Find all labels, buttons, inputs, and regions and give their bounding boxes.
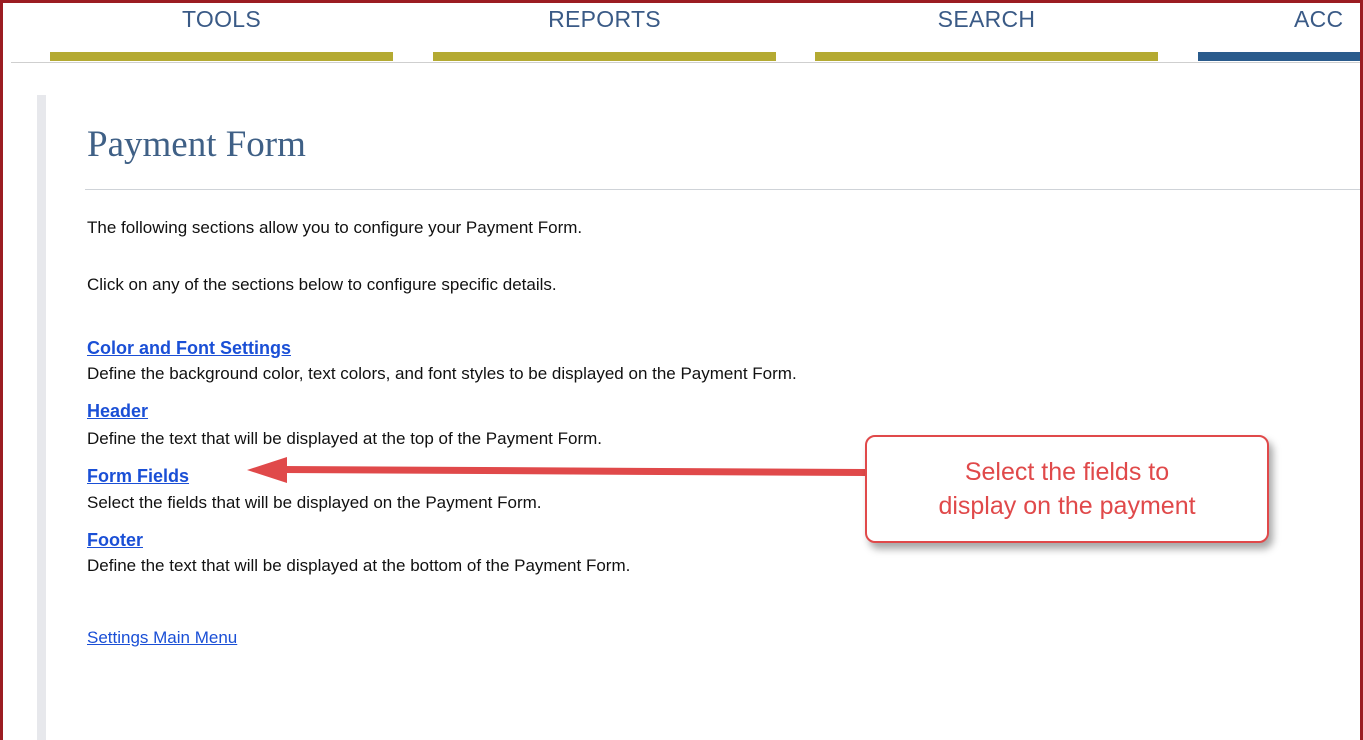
top-navigation: TOOLS REPORTS SEARCH ACC [3,3,1360,65]
form-fields-link[interactable]: Form Fields [87,466,189,487]
tab-search-bar [815,52,1158,61]
instruction-text: Click on any of the sections below to co… [87,275,557,294]
callout-line-1: Select the fields to [964,458,1170,486]
settings-main-menu-link[interactable]: Settings Main Menu [87,628,237,648]
tab-search[interactable]: SEARCH [815,3,1158,61]
callout-line-2: display on the payment [938,492,1196,520]
tab-tools[interactable]: TOOLS [50,3,393,61]
tab-reports[interactable]: REPORTS [433,3,776,61]
tab-account-bar [1198,52,1360,61]
annotation-callout: Select the fields to display on the paym… [865,435,1269,543]
header-description: Define the text that will be displayed a… [87,429,602,448]
color-and-font-settings-description: Define the background color, text colors… [87,364,797,383]
form-fields-description: Select the fields that will be displayed… [87,493,542,512]
annotation-arrow-head [247,457,287,483]
intro-text: The following sections allow you to conf… [87,218,583,237]
annotation-arrow-shaft [281,466,865,476]
tab-search-label: SEARCH [937,6,1036,32]
tab-account-label: ACC [1294,6,1344,32]
page-title: Payment Form [87,124,306,165]
tab-tools-label: TOOLS [181,6,262,32]
header-link[interactable]: Header [87,401,148,422]
tab-reports-label: REPORTS [548,6,661,32]
footer-description: Define the text that will be displayed a… [87,556,631,575]
tab-account[interactable]: ACC [1198,3,1360,61]
left-sidebar-strip [37,95,46,740]
tab-tools-bar [50,52,393,61]
nav-divider [11,62,1360,63]
color-and-font-settings-link[interactable]: Color and Font Settings [87,338,291,359]
title-divider [85,189,1360,190]
footer-link[interactable]: Footer [87,530,143,551]
tab-reports-bar [433,52,776,61]
screenshot-frame: TOOLS REPORTS SEARCH ACC Payment Form Th… [0,0,1363,740]
